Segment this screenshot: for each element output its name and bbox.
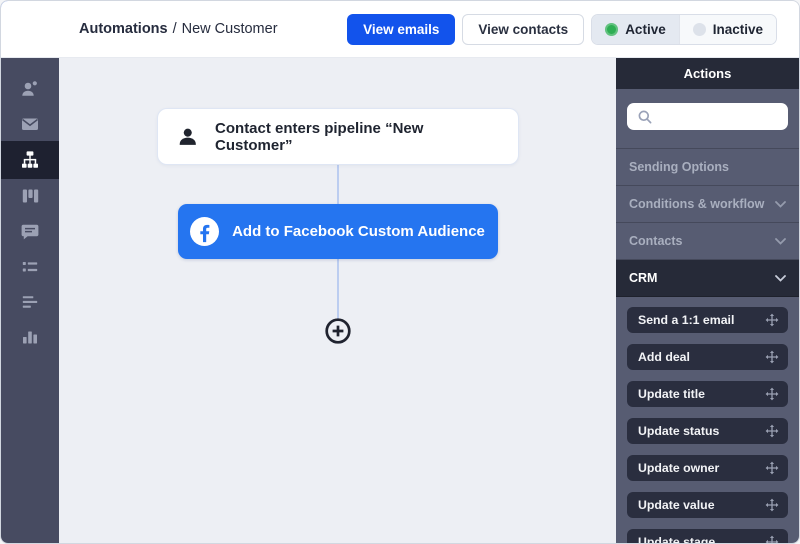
sidebar-item-reports[interactable] xyxy=(1,319,59,354)
view-contacts-button[interactable]: View contacts xyxy=(462,14,584,45)
add-step-button[interactable] xyxy=(324,317,352,345)
section-sending-options[interactable]: Sending Options xyxy=(616,149,799,186)
trigger-label: Contact enters pipeline “New Customer” xyxy=(215,120,499,154)
main-nav-sidebar xyxy=(1,58,59,543)
reports-icon xyxy=(18,325,42,349)
crm-action-list: Send a 1:1 email Add deal Update title xyxy=(616,297,799,543)
actions-panel: Actions Sending Options Conditions & wor… xyxy=(616,58,799,543)
sidebar-item-lists[interactable] xyxy=(1,249,59,284)
connector-line-1 xyxy=(337,163,339,206)
drag-move-icon xyxy=(765,461,779,475)
status-toggle: Active Inactive xyxy=(591,14,777,45)
automation-canvas[interactable]: Contact enters pipeline “New Customer” A… xyxy=(59,58,616,543)
sidebar-item-conversations[interactable] xyxy=(1,214,59,249)
chevron-down-icon xyxy=(775,201,786,208)
campaigns-icon xyxy=(18,112,42,136)
action-item-update-value[interactable]: Update value xyxy=(627,492,788,518)
action-label: Add to Facebook Custom Audience xyxy=(232,223,485,240)
actions-search-input[interactable] xyxy=(627,103,788,130)
facebook-icon xyxy=(190,217,219,246)
lists-icon xyxy=(18,255,42,279)
sidebar-item-automations[interactable] xyxy=(1,141,59,179)
action-item-send-11-email[interactable]: Send a 1:1 email xyxy=(627,307,788,333)
status-toggle-active[interactable]: Active xyxy=(592,15,679,44)
drag-move-icon xyxy=(765,387,779,401)
plus-icon xyxy=(324,317,352,345)
sidebar-item-forms[interactable] xyxy=(1,284,59,319)
active-label: Active xyxy=(625,22,666,37)
breadcrumb-automations[interactable]: Automations xyxy=(79,21,168,37)
sidebar-item-contacts[interactable] xyxy=(1,71,59,106)
top-bar: Automations / New Customer View emails V… xyxy=(1,1,799,58)
sidebar-item-deals[interactable] xyxy=(1,179,59,214)
drag-move-icon xyxy=(765,313,779,327)
action-item-update-title[interactable]: Update title xyxy=(627,381,788,407)
section-conditions-workflow[interactable]: Conditions & workflow xyxy=(616,186,799,223)
view-emails-button[interactable]: View emails xyxy=(347,14,455,45)
drag-move-icon xyxy=(765,535,779,543)
inactive-label: Inactive xyxy=(713,22,763,37)
trigger-node-contact-enters-pipeline[interactable]: Contact enters pipeline “New Customer” xyxy=(157,108,519,165)
top-bar-actions: View emails View contacts Active Inactiv… xyxy=(347,14,777,45)
contacts-icon xyxy=(18,77,42,101)
action-item-add-deal[interactable]: Add deal xyxy=(627,344,788,370)
drag-move-icon xyxy=(765,350,779,364)
action-sections: Sending Options Conditions & workflow Co… xyxy=(616,148,799,297)
drag-move-icon xyxy=(765,498,779,512)
action-item-update-owner[interactable]: Update owner xyxy=(627,455,788,481)
person-icon xyxy=(176,125,200,149)
action-item-update-status[interactable]: Update status xyxy=(627,418,788,444)
automations-icon xyxy=(18,148,42,172)
inactive-status-icon xyxy=(693,23,706,36)
breadcrumb: Automations / New Customer xyxy=(79,21,278,37)
conversations-icon xyxy=(18,220,42,244)
active-status-icon xyxy=(605,23,618,36)
actions-search xyxy=(616,89,799,148)
forms-icon xyxy=(18,290,42,314)
status-toggle-inactive[interactable]: Inactive xyxy=(679,15,776,44)
sidebar-item-campaigns[interactable] xyxy=(1,106,59,141)
connector-line-2 xyxy=(337,257,339,319)
automation-builder-window: Automations / New Customer View emails V… xyxy=(0,0,800,544)
breadcrumb-current-page: New Customer xyxy=(182,21,278,37)
action-item-update-stage[interactable]: Update stage xyxy=(627,529,788,543)
chevron-down-icon xyxy=(775,238,786,245)
breadcrumb-separator: / xyxy=(173,21,177,37)
section-crm[interactable]: CRM xyxy=(616,260,799,297)
deals-icon xyxy=(18,185,42,209)
section-contacts[interactable]: Contacts xyxy=(616,223,799,260)
actions-panel-title: Actions xyxy=(616,58,799,89)
drag-move-icon xyxy=(765,424,779,438)
chevron-down-icon xyxy=(775,275,786,282)
action-node-facebook-custom-audience[interactable]: Add to Facebook Custom Audience xyxy=(178,204,498,259)
